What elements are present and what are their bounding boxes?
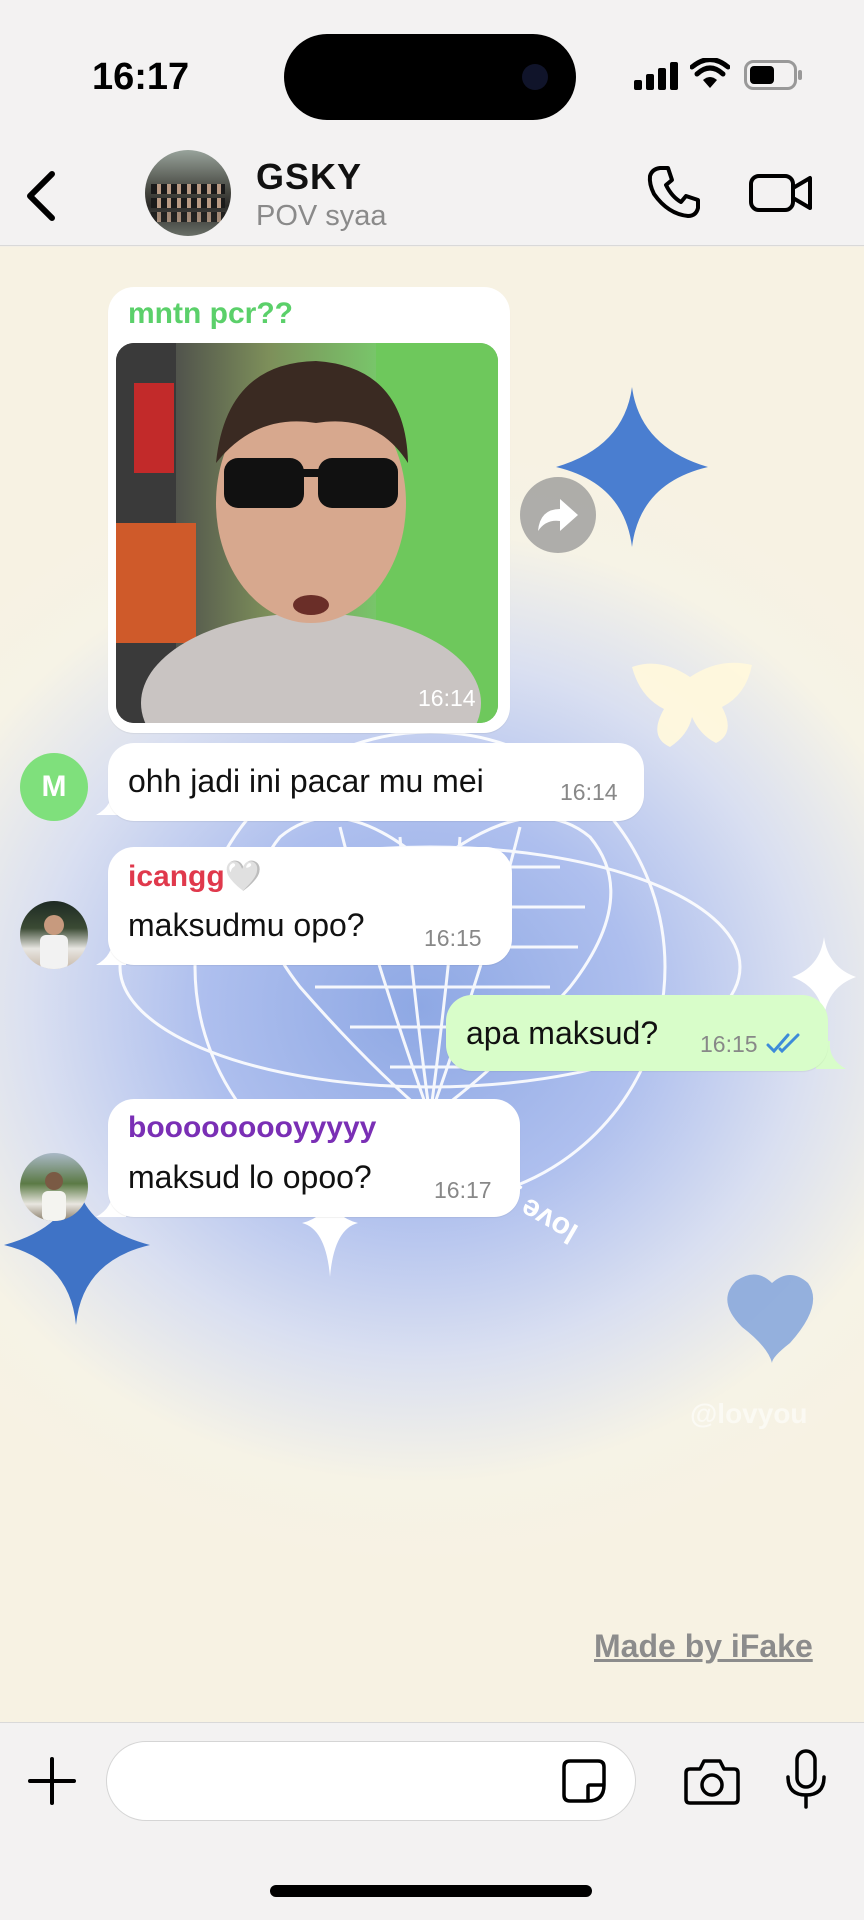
video-call-button[interactable] xyxy=(748,170,814,216)
back-button[interactable] xyxy=(18,166,68,226)
voice-call-button[interactable] xyxy=(646,164,702,220)
avatar-photo xyxy=(40,915,68,969)
message-text: ohh jadi ini pacar mu mei xyxy=(128,763,484,799)
status-bar: 16:17 xyxy=(0,0,864,150)
avatar-letter: M xyxy=(41,770,67,803)
home-indicator[interactable] xyxy=(270,1885,592,1897)
avatar-photo xyxy=(42,1172,66,1221)
sticker-button[interactable] xyxy=(560,1757,608,1805)
front-camera-icon xyxy=(522,64,548,90)
tiktok-watermark: @lovyou xyxy=(690,1398,808,1429)
chat-header: GSKY POV syaa xyxy=(0,150,864,246)
wifi-icon xyxy=(690,58,730,88)
message-video[interactable]: mntn pcr?? 16:14 xyxy=(108,287,510,733)
input-bar xyxy=(0,1722,864,1920)
message-text: apa maksud? xyxy=(466,1015,659,1051)
message-time: 16:17 xyxy=(434,1177,492,1203)
message-time: 16:14 xyxy=(560,779,618,805)
video-thumbnail[interactable]: 16:14 xyxy=(116,343,498,723)
sender-name: mntn pcr?? xyxy=(128,297,293,330)
cellular-signal-icon xyxy=(634,62,678,90)
chat-title[interactable]: GSKY xyxy=(256,156,362,198)
sender-avatar-m[interactable]: M xyxy=(20,753,88,821)
chat-subtitle: POV syaa xyxy=(256,200,387,232)
battery-icon xyxy=(744,60,802,90)
video-preview-image xyxy=(116,343,498,723)
group-avatar[interactable] xyxy=(145,150,231,236)
status-time: 16:17 xyxy=(92,56,190,98)
message-text: maksud lo opoo? xyxy=(128,1159,372,1195)
made-by-watermark: Made by iFake xyxy=(594,1628,813,1664)
message-time: 16:15 xyxy=(424,925,482,951)
dynamic-island xyxy=(284,34,576,120)
message-time: 16:14 xyxy=(418,685,476,711)
microphone-button[interactable] xyxy=(782,1749,830,1811)
forward-button[interactable] xyxy=(520,477,596,553)
message-input[interactable] xyxy=(106,1741,636,1821)
sender-avatar-icangg[interactable] xyxy=(20,901,88,969)
chat-area[interactable]: love yourself @lovyou mntn pcr?? 16:14 xyxy=(0,247,864,1722)
sender-name: booooooooyyyyy xyxy=(128,1111,377,1144)
message-text: maksudmu opo? xyxy=(128,907,365,943)
sender-name: icangg🤍 xyxy=(128,860,263,893)
message-time: 16:15 xyxy=(700,1031,758,1057)
forward-icon xyxy=(538,499,578,531)
message-bubble[interactable]: ohh jadi ini pacar mu mei 16:14 xyxy=(108,743,644,821)
message-bubble[interactable]: icangg🤍 maksudmu opo? 16:15 xyxy=(108,847,512,965)
attach-button[interactable] xyxy=(26,1755,78,1807)
read-receipt-icon xyxy=(766,1033,800,1054)
message-bubble-outgoing[interactable]: apa maksud? 16:15 xyxy=(446,995,828,1071)
camera-button[interactable] xyxy=(684,1755,740,1807)
message-bubble[interactable]: booooooooyyyyy maksud lo opoo? 16:17 xyxy=(108,1099,520,1217)
sender-avatar-booooy[interactable] xyxy=(20,1153,88,1221)
